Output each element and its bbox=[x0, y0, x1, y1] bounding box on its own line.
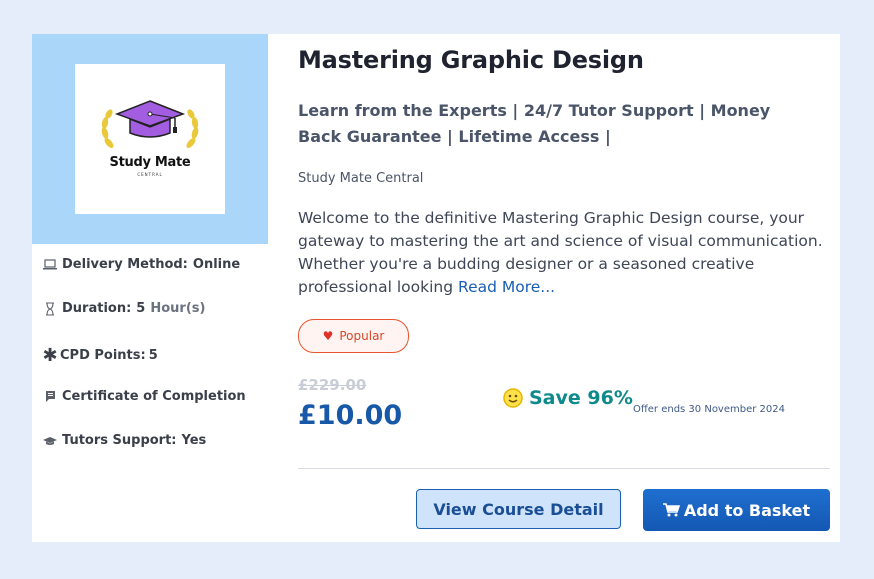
duration-label: Duration: bbox=[62, 301, 132, 316]
duration-value: 5 bbox=[136, 301, 146, 316]
popular-badge: ♥ Popular bbox=[298, 319, 409, 353]
divider bbox=[298, 468, 830, 469]
save-badge: Save 96% bbox=[503, 387, 633, 409]
duration-row: Duration: 5 Hour(s) bbox=[42, 301, 205, 316]
offer-ends: Offer ends 30 November 2024 bbox=[633, 404, 785, 415]
course-description-text: Welcome to the definitive Mastering Grap… bbox=[298, 209, 823, 296]
tutors-support-label: Tutors Support: bbox=[62, 433, 177, 448]
course-title[interactable]: Mastering Graphic Design bbox=[298, 46, 644, 74]
view-course-detail-button[interactable]: View Course Detail bbox=[416, 489, 621, 529]
popular-badge-label: Popular bbox=[339, 329, 385, 343]
course-description: Welcome to the definitive Mastering Grap… bbox=[298, 207, 828, 299]
certificate-icon bbox=[42, 390, 58, 403]
delivery-method-label: Delivery Method: bbox=[62, 257, 188, 272]
delivery-method-value: Online bbox=[192, 257, 241, 272]
save-percent: Save 96% bbox=[529, 387, 633, 409]
logo-name: Study Mate bbox=[109, 155, 191, 170]
read-more-link[interactable]: Read More... bbox=[458, 278, 555, 296]
smiley-icon bbox=[503, 388, 523, 408]
cpd-points-value: 5 bbox=[148, 348, 158, 363]
laptop-icon bbox=[42, 259, 58, 270]
course-card: Study Mate CENTRAL Delivery Method: Onli… bbox=[32, 34, 840, 542]
old-price: £229.00 bbox=[298, 376, 367, 394]
course-sidebar: Study Mate CENTRAL Delivery Method: Onli… bbox=[32, 34, 268, 542]
logo-panel: Study Mate CENTRAL bbox=[32, 34, 268, 244]
tutors-support-value: Yes bbox=[181, 433, 207, 448]
cpd-points-row: ✱ CPD Points: 5 bbox=[42, 345, 158, 366]
tutors-support-row: Tutors Support: Yes bbox=[42, 433, 206, 448]
graduation-cap-icon bbox=[42, 436, 58, 446]
hourglass-icon bbox=[42, 301, 58, 316]
cpd-points-label: CPD Points: bbox=[60, 348, 146, 363]
add-to-basket-button[interactable]: Add to Basket bbox=[643, 489, 830, 531]
graduation-cap-logo-icon bbox=[101, 100, 199, 148]
add-to-basket-label: Add to Basket bbox=[683, 500, 811, 520]
certificate-label: Certificate of Completion bbox=[62, 389, 246, 404]
course-provider: Study Mate Central bbox=[298, 171, 424, 186]
cart-icon bbox=[662, 503, 680, 517]
logo-subtitle: CENTRAL bbox=[137, 172, 163, 177]
current-price: £10.00 bbox=[298, 400, 403, 431]
provider-logo[interactable]: Study Mate CENTRAL bbox=[75, 64, 225, 214]
delivery-method-row: Delivery Method: Online bbox=[42, 257, 240, 272]
heart-icon: ♥ bbox=[322, 329, 334, 343]
duration-unit: Hour(s) bbox=[150, 301, 206, 316]
certificate-row: Certificate of Completion bbox=[42, 389, 246, 404]
asterisk-icon: ✱ bbox=[42, 345, 58, 366]
course-tagline: Learn from the Experts | 24/7 Tutor Supp… bbox=[298, 101, 771, 146]
